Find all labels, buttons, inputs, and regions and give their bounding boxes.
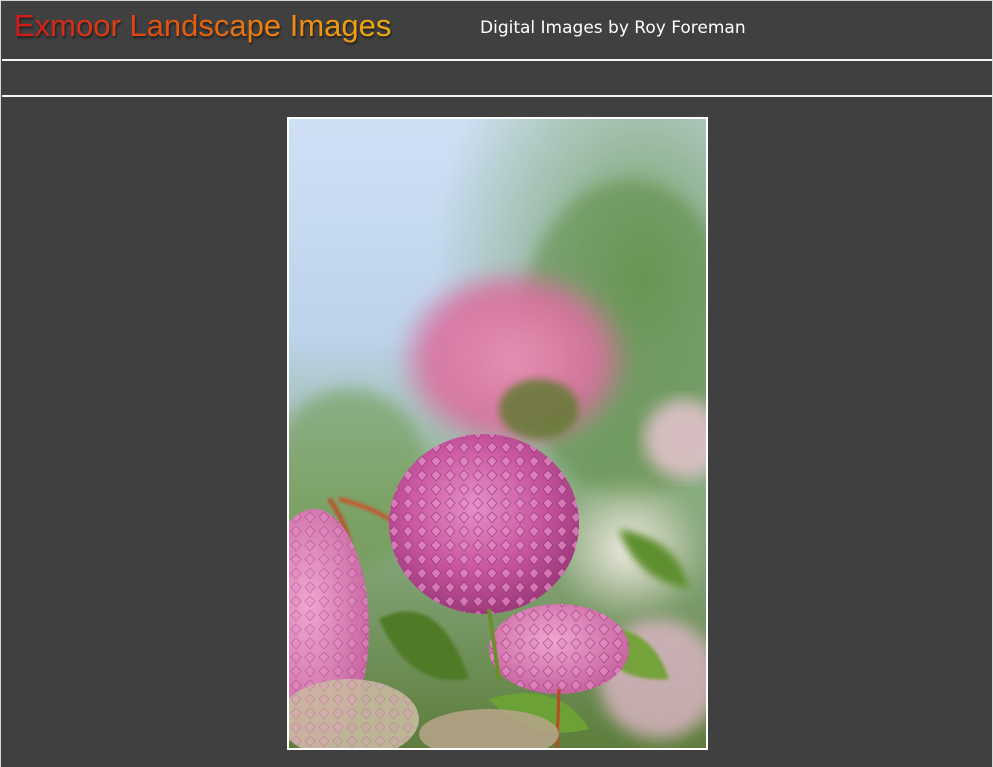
site-subtitle: Digital Images by Roy Foreman <box>480 18 746 38</box>
site-header: Exmoor Landscape Images Digital Images b… <box>2 2 992 59</box>
hydrangea-photo-image <box>289 119 706 748</box>
site-title[interactable]: Exmoor Landscape Images <box>14 8 391 44</box>
nav-band <box>2 61 992 95</box>
page: Exmoor Landscape Images Digital Images b… <box>0 0 993 767</box>
nav-divider <box>2 95 992 97</box>
hydrangea-photo[interactable] <box>287 117 708 750</box>
